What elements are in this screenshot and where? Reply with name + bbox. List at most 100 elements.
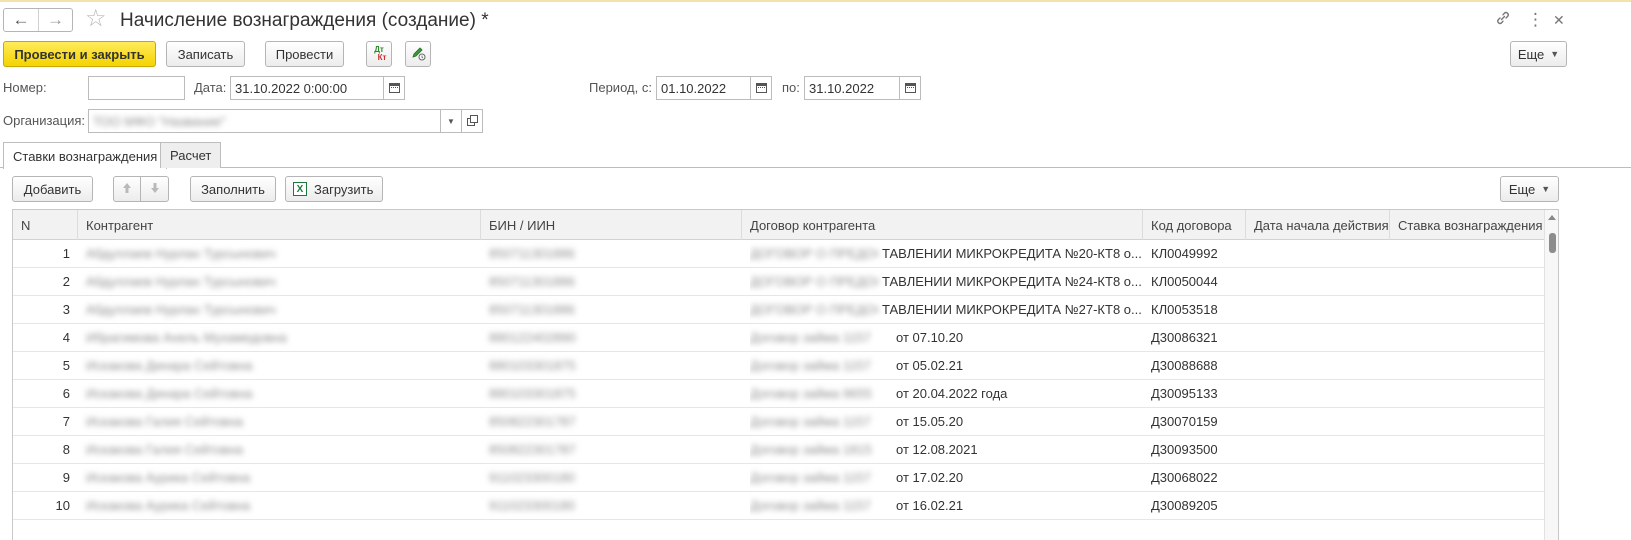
cell-n: 3 — [62, 302, 70, 317]
cell-contractor: Искакова Аурика Сейтовна — [86, 470, 251, 485]
date-field[interactable]: 31.10.2022 0:00:00 — [230, 76, 384, 100]
table-row[interactable]: 9 Искакова Аурика Сейтовна 911023300180 Д30… — [13, 464, 1544, 492]
column-header-code[interactable]: Код договора — [1143, 210, 1246, 240]
pencil-icon — [410, 45, 426, 64]
column-header-bin[interactable]: БИН / ИИН — [481, 210, 742, 240]
add-button[interactable]: Добавить — [12, 176, 93, 202]
cell-contract: Договор займа 1157 от 05.02.21 — [750, 352, 1143, 379]
cell-contract: Договор займа 1815 от 12.08.2021 — [750, 436, 1143, 463]
cell-start-date — [1254, 296, 1390, 323]
more-button[interactable]: Еще ▼ — [1510, 41, 1567, 67]
cell-start-date — [1254, 324, 1390, 351]
organization-field[interactable]: ТОО МФО "Название" — [88, 109, 461, 133]
table-row[interactable]: 6 Искакова Динара Сейтовна 880103301875 Д30… — [13, 380, 1544, 408]
table-row[interactable]: 2 Абдуллаев Нурлан Турсынович 850711301886… — [13, 268, 1544, 296]
cell-rate — [1398, 240, 1544, 267]
cell-code: Д30095133 — [1151, 386, 1218, 401]
top-accent-line — [0, 0, 1631, 2]
table-more-label: Еще — [1508, 181, 1536, 197]
period-to-calendar-button[interactable] — [899, 76, 921, 100]
post-button[interactable]: Провести — [265, 41, 344, 67]
column-header-n[interactable]: N — [13, 210, 78, 240]
excel-icon: X — [293, 182, 307, 196]
period-from-value: 01.10.2022 — [661, 80, 727, 96]
post-and-close-button[interactable]: Провести и закрыть — [3, 41, 156, 67]
back-button[interactable]: ← — [4, 9, 38, 31]
calendar-icon — [755, 83, 767, 93]
more-menu-icon[interactable]: ⋮ — [1527, 10, 1544, 30]
dt-kt-journal-button[interactable]: Дт Кт — [366, 41, 392, 67]
cell-n: 4 — [62, 330, 70, 345]
load-from-excel-button[interactable]: X Загрузить — [285, 176, 383, 202]
period-from-calendar-button[interactable] — [750, 76, 772, 100]
column-header-start-date[interactable]: Дата начала действия — [1246, 210, 1390, 240]
cell-contract-hidden: ДОГОВОР О ПРЕДОС — [750, 274, 878, 289]
column-header-contract[interactable]: Договор контрагента — [742, 210, 1143, 240]
cell-rate — [1398, 324, 1544, 351]
save-button[interactable]: Записать — [166, 41, 245, 67]
cell-code: КЛ0050044 — [1151, 274, 1218, 289]
close-icon[interactable]: ✕ — [1553, 10, 1565, 30]
scroll-up-icon[interactable] — [1548, 215, 1556, 220]
table-row[interactable]: 4 Ибрагимова Анель Мухамедовна 88012240289… — [13, 324, 1544, 352]
cell-contract: ДОГОВОР О ПРЕДОС ТАВЛЕНИИ МИКРОКРЕДИТА №2… — [750, 296, 1143, 323]
tab-bar-line — [0, 167, 1631, 168]
edit-accounts-button[interactable] — [405, 41, 431, 67]
cell-rate — [1398, 352, 1544, 379]
forward-button[interactable]: → — [37, 9, 72, 31]
cell-rate — [1398, 296, 1544, 323]
cell-contract: Договор займа 9655 от 20.04.2022 года — [750, 380, 1143, 407]
period-from-field[interactable]: 01.10.2022 — [656, 76, 751, 100]
cell-n: 6 — [62, 386, 70, 401]
number-label: Номер: — [3, 80, 47, 95]
cell-code: КЛ0049992 — [1151, 246, 1218, 261]
date-calendar-button[interactable] — [383, 76, 405, 100]
cell-bin: 850822301787 — [489, 414, 576, 429]
cell-bin: 911023300180 — [489, 470, 575, 485]
period-to-field[interactable]: 31.10.2022 — [804, 76, 900, 100]
cell-code: Д30068022 — [1151, 470, 1218, 485]
table-row[interactable]: 8 Искакова Галия Сейтовна 850822301787 Д300… — [13, 436, 1544, 464]
number-field[interactable] — [88, 76, 185, 100]
caret-down-icon: ▼ — [447, 116, 455, 126]
cell-contract: Договор займа 1157 от 07.10.20 — [750, 324, 1143, 351]
cell-bin: 850711301886 — [489, 302, 575, 317]
table-row[interactable]: 7 Искакова Галия Сейтовна 850822301787 Д300… — [13, 408, 1544, 436]
cell-rate — [1398, 436, 1544, 463]
organization-dropdown-button[interactable]: ▼ — [440, 109, 462, 133]
table-row[interactable]: 10 Искакова Аурика Сейтовна 911023300180 Д3… — [13, 492, 1544, 520]
cell-n: 10 — [55, 498, 70, 513]
kt-text: Кт — [377, 53, 387, 62]
table-row[interactable]: 1 Абдуллаев Нурлан Турсынович 850711301886… — [13, 240, 1544, 268]
column-header-contractor[interactable]: Контрагент — [78, 210, 481, 240]
organization-open-button[interactable] — [461, 109, 483, 133]
favorite-star-icon[interactable]: ☆ — [85, 7, 107, 31]
fill-button[interactable]: Заполнить — [190, 176, 276, 202]
cell-bin: 850822301787 — [489, 442, 576, 457]
cell-start-date — [1254, 352, 1390, 379]
period-to-label: по: — [782, 80, 800, 95]
table-more-button[interactable]: Еще ▼ — [1500, 176, 1559, 202]
link-icon[interactable] — [1495, 10, 1511, 32]
cell-contract-visible: от 17.02.20 — [896, 470, 964, 485]
vertical-scrollbar[interactable] — [1544, 210, 1558, 540]
page-title: Начисление вознаграждения (создание) * — [120, 10, 489, 31]
calendar-icon — [388, 83, 400, 93]
tab-calculation[interactable]: Расчет — [160, 142, 222, 168]
table-row[interactable]: 5 Искакова Динара Сейтовна 880103301875 Д30… — [13, 352, 1544, 380]
scroll-thumb[interactable] — [1549, 233, 1556, 253]
column-header-rate[interactable]: Ставка вознаграждения — [1390, 210, 1544, 240]
cell-code: Д30088688 — [1151, 358, 1218, 373]
tab-rates[interactable]: Ставки вознаграждения — [3, 142, 168, 169]
move-up-button[interactable] — [113, 176, 141, 202]
cell-contract-hidden: Договор займа 1815 — [750, 442, 872, 457]
cell-contract: Договор займа 1157 от 15.05.20 — [750, 408, 1143, 435]
open-window-icon — [466, 114, 478, 129]
arrow-up-icon — [121, 182, 133, 197]
move-down-button[interactable] — [140, 176, 169, 202]
cell-code: Д30089205 — [1151, 498, 1218, 513]
cell-contract-hidden: Договор займа 1157 — [750, 470, 871, 485]
table-row[interactable]: 3 Абдуллаев Нурлан Турсынович 850711301886… — [13, 296, 1544, 324]
cell-contractor: Искакова Галия Сейтовна — [86, 442, 243, 457]
cell-contractor: Искакова Галия Сейтовна — [86, 414, 243, 429]
